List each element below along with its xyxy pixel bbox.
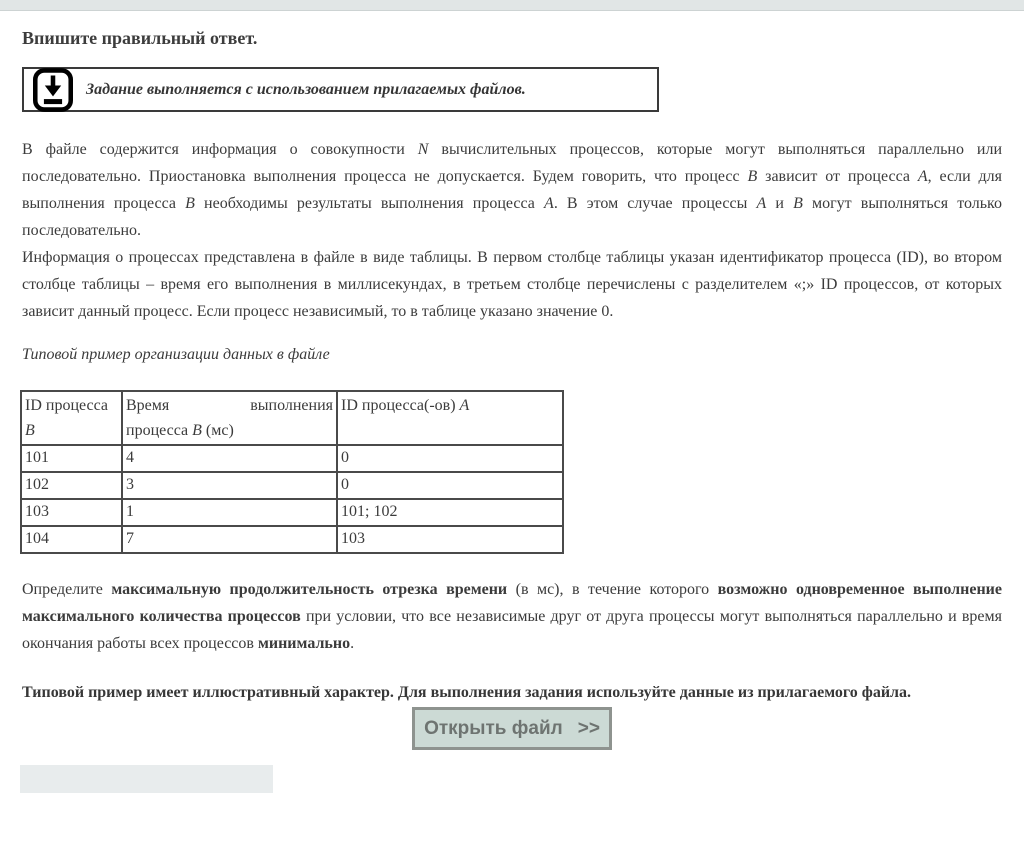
table-cell: 0 xyxy=(337,445,563,472)
table-cell: 1 xyxy=(122,499,337,526)
table-row: 101 4 0 xyxy=(21,445,563,472)
table-header-row: ID процесса B Времявыполнения процесса B… xyxy=(21,391,563,445)
table-row: 104 7 103 xyxy=(21,526,563,553)
table-header-cell: Времявыполнения процесса B (мс) xyxy=(122,391,337,445)
table-cell: 3 xyxy=(122,472,337,499)
table-cell: 101; 102 xyxy=(337,499,563,526)
task-page: Впишите правильный ответ. Задание выполн… xyxy=(0,27,1024,793)
open-file-button-label: Открыть файл xyxy=(424,718,563,740)
table-cell: 7 xyxy=(122,526,337,553)
table-cell: 103 xyxy=(337,526,563,553)
page-title: Впишите правильный ответ. xyxy=(22,27,1002,49)
open-file-button[interactable]: Открыть файл >> xyxy=(412,707,612,750)
chevron-right-icon: >> xyxy=(578,718,600,740)
format-paragraph: Информация о процессах представлена в фа… xyxy=(22,244,1002,325)
table-cell: 102 xyxy=(21,472,122,499)
table-cell: 101 xyxy=(21,445,122,472)
attachment-notice: Задание выполняется с использованием при… xyxy=(22,67,659,112)
table-cell: 104 xyxy=(21,526,122,553)
example-caption: Типовой пример организации данных в файл… xyxy=(22,341,1002,368)
attachment-text: Задание выполняется с использованием при… xyxy=(86,81,526,99)
note-paragraph: Типовой пример имеет иллюстративный хара… xyxy=(22,679,1002,706)
table-cell: 4 xyxy=(122,445,337,472)
table-row: 103 1 101; 102 xyxy=(21,499,563,526)
table-row: 102 3 0 xyxy=(21,472,563,499)
example-table: ID процесса B Времявыполнения процесса B… xyxy=(20,390,564,554)
table-cell: 0 xyxy=(337,472,563,499)
table-header-cell: ID процесса B xyxy=(21,391,122,445)
question-paragraph: Определите максимальную продолжительност… xyxy=(22,576,1002,657)
table-cell: 103 xyxy=(21,499,122,526)
answer-input[interactable] xyxy=(20,765,273,793)
download-icon xyxy=(33,68,73,112)
top-bar xyxy=(0,0,1024,11)
intro-paragraph: В файле содержится информация о совокупн… xyxy=(22,136,1002,244)
table-header-cell: ID процесса(-ов) A xyxy=(337,391,563,445)
